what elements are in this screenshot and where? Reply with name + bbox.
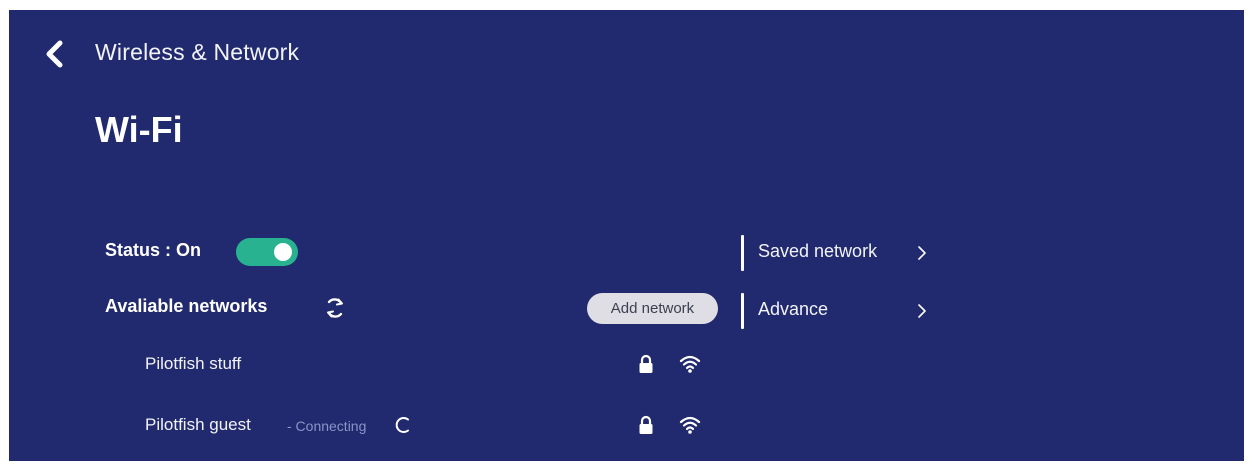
spinner-icon — [395, 417, 409, 433]
chevron-right-icon — [918, 246, 926, 260]
wifi-icon — [679, 355, 701, 373]
network-row[interactable]: Pilotfish stuff — [9, 345, 729, 385]
back-button[interactable] — [39, 38, 71, 70]
network-name: Pilotfish guest — [145, 415, 251, 434]
available-networks-label: Avaliable networks — [105, 296, 268, 316]
refresh-button[interactable] — [323, 296, 347, 320]
page-title: Wi-Fi — [95, 109, 183, 150]
wifi-settings-panel: Wireless & Network Wi-Fi Status : On Ava… — [9, 10, 1244, 461]
breadcrumb-title: Wireless & Network — [95, 39, 300, 65]
wifi-icon — [679, 416, 701, 434]
menu-divider — [741, 293, 744, 329]
network-row[interactable]: Pilotfish guest - Connecting — [9, 406, 729, 446]
advance-label: Advance — [758, 299, 829, 319]
refresh-icon — [327, 298, 343, 318]
menu-divider — [741, 235, 744, 271]
status-label: Status : On — [105, 240, 202, 260]
toggle-knob — [274, 243, 292, 261]
network-name: Pilotfish stuff — [145, 354, 242, 373]
saved-network-item[interactable]: Saved network — [741, 232, 941, 272]
wifi-toggle[interactable] — [236, 238, 298, 266]
lock-icon — [639, 354, 653, 373]
advance-item[interactable]: Advance — [741, 290, 941, 330]
chevron-left-icon — [46, 40, 63, 68]
lock-icon — [639, 415, 653, 434]
add-network-button[interactable]: Add network — [587, 293, 718, 324]
connection-status: - Connecting — [287, 418, 367, 434]
saved-network-label: Saved network — [758, 241, 878, 261]
chevron-right-icon — [918, 304, 926, 318]
